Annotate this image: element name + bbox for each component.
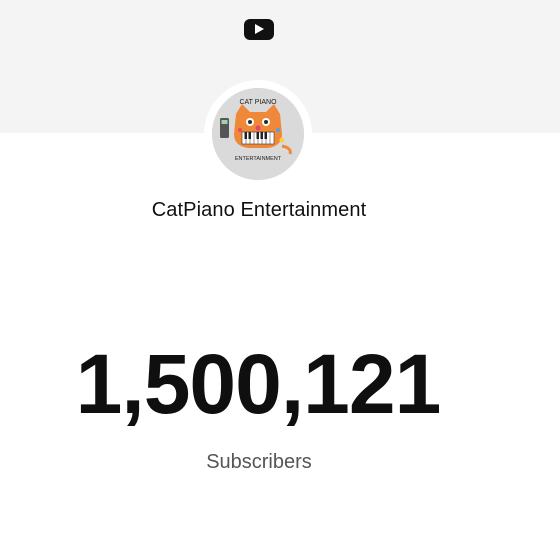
subscriber-count: 1,500,121: [75, 337, 442, 431]
subscriber-counter-page: CAT PIANO ENTERTAINMENT CatPiano Enterta…: [0, 0, 560, 560]
subscriber-label: Subscribers: [206, 451, 312, 473]
avatar-top-text: CAT PIANO: [239, 99, 277, 106]
youtube-play-icon: [244, 19, 274, 40]
channel-avatar: CAT PIANO ENTERTAINMENT: [212, 88, 304, 180]
channel-name[interactable]: CatPiano Entertainment: [0, 199, 518, 222]
avatar-bottom-text: ENTERTAINMENT: [235, 156, 282, 162]
